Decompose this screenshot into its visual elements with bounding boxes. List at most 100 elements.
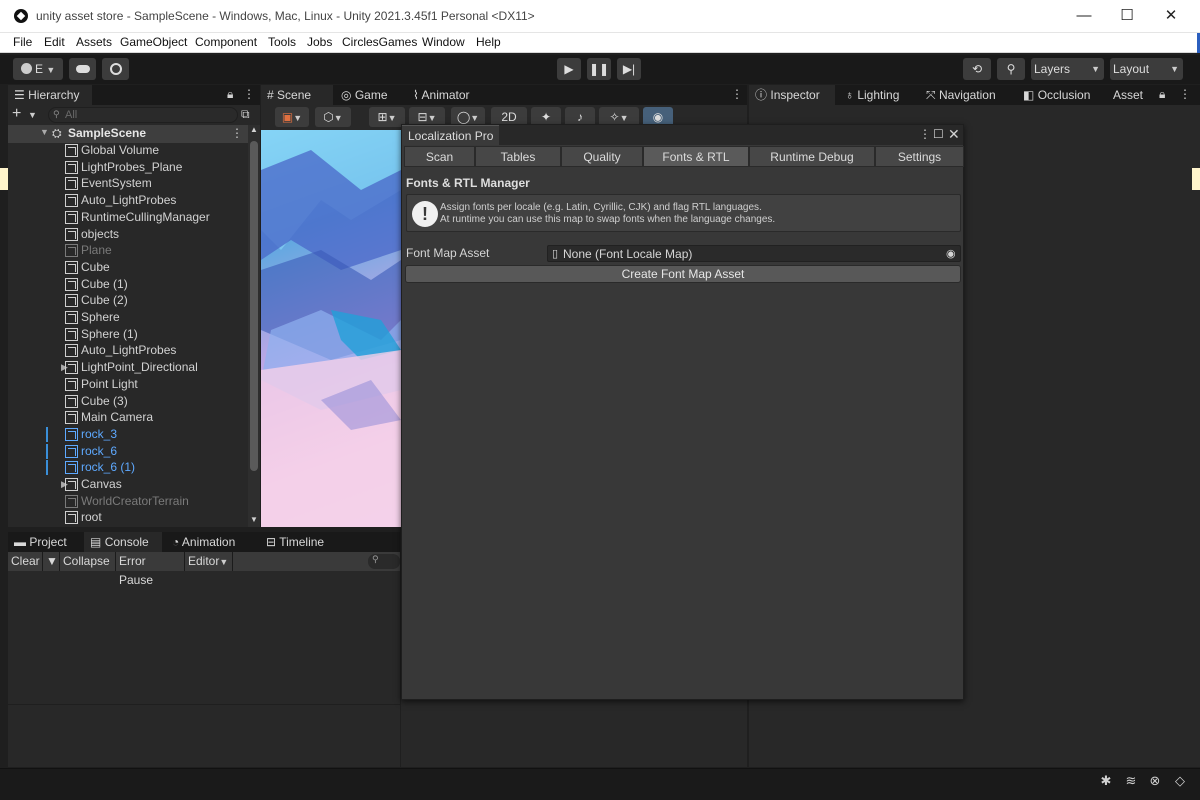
tab-scan[interactable]: Scan [404,146,475,167]
hierarchy-item[interactable]: RuntimeCullingManager [8,209,248,226]
tab-settings[interactable]: Settings [875,146,964,167]
tab-navigation[interactable]: ⤧ Navigation [920,85,1012,105]
menu-tools[interactable]: Tools [268,35,296,49]
maximize-window-icon[interactable]: ☐ [933,127,944,141]
step-button[interactable]: ▶| [617,58,641,80]
menu-help[interactable]: Help [476,35,501,49]
hierarchy-item[interactable]: Sphere [8,309,248,326]
hierarchy-item[interactable]: objects [8,226,248,243]
tab-runtime-debug[interactable]: Runtime Debug [749,146,875,167]
tab-quality[interactable]: Quality [561,146,643,167]
object-picker-icon[interactable]: ◉ [946,246,956,262]
tab-project[interactable]: ▬ Project [8,532,80,552]
menu-window[interactable]: Window [422,35,465,49]
tab-tables[interactable]: Tables [475,146,561,167]
add-icon[interactable]: + [12,105,21,123]
scroll-down-icon[interactable]: ▼ [250,515,258,524]
hierarchy-item[interactable]: root [8,509,248,526]
notification-icon[interactable]: ◇ [1172,773,1188,789]
cloud-button[interactable] [69,58,96,80]
tab-animation[interactable]: ◔ Animation [166,532,256,552]
console-search-input[interactable]: ⚲ [368,554,400,569]
expand-icon[interactable]: ▼ [40,127,49,137]
create-font-map-asset-button[interactable]: Create Font Map Asset [405,265,961,283]
chevron-down-icon[interactable]: ▼ [28,110,37,120]
tab-game[interactable]: ◎ Game [335,85,403,105]
hierarchy-item[interactable]: rock_3 [8,426,248,443]
close-button[interactable]: ✕ [1151,4,1191,28]
shading-mode-dropdown[interactable]: ▣▼ [275,107,309,127]
minimize-button[interactable]: — [1064,4,1104,28]
hierarchy-item[interactable]: Global Volume [8,142,248,159]
scroll-up-icon[interactable]: ▲ [250,125,258,134]
hierarchy-item[interactable]: Cube [8,259,248,276]
clear-button[interactable]: Clear [8,552,43,571]
layout-dropdown[interactable]: Layout ▼ [1110,58,1183,80]
font-map-asset-field[interactable]: ▯ None (Font Locale Map) ◉ [547,245,961,262]
tab-console[interactable]: ▤ Console [84,532,162,552]
menu-gameobject[interactable]: GameObject [120,35,187,49]
account-dropdown[interactable]: E ▼ [13,58,63,80]
tab-hierarchy[interactable]: ☰ Hierarchy [8,85,92,105]
close-icon[interactable]: ✕ [948,126,960,143]
scene-search-icon[interactable]: ⧉ [241,107,250,122]
hierarchy-item[interactable]: Auto_LightProbes [8,342,248,359]
hierarchy-item[interactable]: Sphere (1) [8,326,248,343]
more-menu-icon[interactable]: ⋮ [1179,87,1191,101]
tab-animator[interactable]: ⌇ Animator [407,85,487,105]
undo-history-button[interactable]: ⟲ [963,58,991,80]
database-icon[interactable]: ≋ [1123,773,1139,789]
search-button[interactable]: ⚲ [997,58,1025,80]
debug-icon[interactable]: ✱ [1098,773,1114,789]
hierarchy-item[interactable]: Main Camera [8,409,248,426]
lock-icon[interactable]: 🔒︎ [227,87,233,102]
menu-file[interactable]: File [13,35,32,49]
scene-header-row[interactable]: ▼ ⛭ SampleScene ⋮ [8,125,248,143]
collapse-button[interactable]: Collapse [60,552,116,571]
lighting-bake-icon[interactable]: ⊗ [1147,773,1163,789]
menu-edit[interactable]: Edit [44,35,65,49]
collab-button[interactable] [102,58,129,80]
editor-dropdown[interactable]: Editor▼ [185,552,233,571]
localization-window-title[interactable]: Localization Pro [402,125,500,145]
hierarchy-item[interactable]: rock_6 [8,443,248,460]
scrollbar-thumb[interactable] [250,141,258,471]
hierarchy-item[interactable]: ▶ LightPoint_Directional [8,359,248,376]
tab-timeline[interactable]: ⊟ Timeline [260,532,340,552]
play-button[interactable]: ▶ [557,58,581,80]
hierarchy-item[interactable]: Cube (1) [8,276,248,293]
hierarchy-item[interactable]: Auto_LightProbes [8,192,248,209]
tab-occlusion[interactable]: ◧ Occlusion [1017,85,1099,105]
layers-dropdown[interactable]: Layers ▼ [1031,58,1104,80]
menu-component[interactable]: Component [195,35,257,49]
hierarchy-item[interactable]: WorldCreatorTerrain [8,493,248,510]
tab-scene[interactable]: # Scene [261,85,333,105]
hierarchy-search-input[interactable]: ⚲ All [48,107,238,123]
tab-fonts-rtl[interactable]: Fonts & RTL [643,146,749,167]
hierarchy-item[interactable]: ▶ Canvas [8,476,248,493]
maximize-button[interactable]: ☐ [1107,4,1147,28]
hierarchy-item[interactable]: LightProbes_Plane [8,159,248,176]
more-menu-icon[interactable]: ⋮ [919,127,931,141]
hierarchy-item[interactable]: EventSystem [8,175,248,192]
hierarchy-item[interactable]: Point Light [8,376,248,393]
grid-toggle[interactable]: ⊞▼ [369,107,405,127]
clear-options-dropdown[interactable]: ▼ [43,552,60,571]
menu-assets[interactable]: Assets [76,35,112,49]
more-menu-icon[interactable]: ⋮ [731,87,743,101]
tab-asset[interactable]: Asset ▶ [1107,85,1159,121]
hierarchy-item[interactable]: Cube (3) [8,393,248,410]
menu-jobs[interactable]: Jobs [307,35,332,49]
menu-circlesgames[interactable]: CirclesGames [342,35,417,49]
hierarchy-scrollbar[interactable]: ▲ ▼ [248,125,260,527]
lock-icon[interactable]: 🔒︎ [1159,87,1165,102]
pause-button[interactable]: ❚❚ [587,58,611,80]
draw-mode-dropdown[interactable]: ⬡▼ [315,107,351,127]
scene-viewport[interactable] [261,130,401,527]
more-menu-icon[interactable]: ⋮ [231,126,243,140]
more-menu-icon[interactable]: ⋮ [243,87,255,101]
hierarchy-item[interactable]: Cube (2) [8,292,248,309]
tab-inspector[interactable]: ⓘ Inspector [749,85,835,105]
hierarchy-item[interactable]: rock_6 (1) [8,459,248,476]
hierarchy-item[interactable]: Plane [8,242,248,259]
